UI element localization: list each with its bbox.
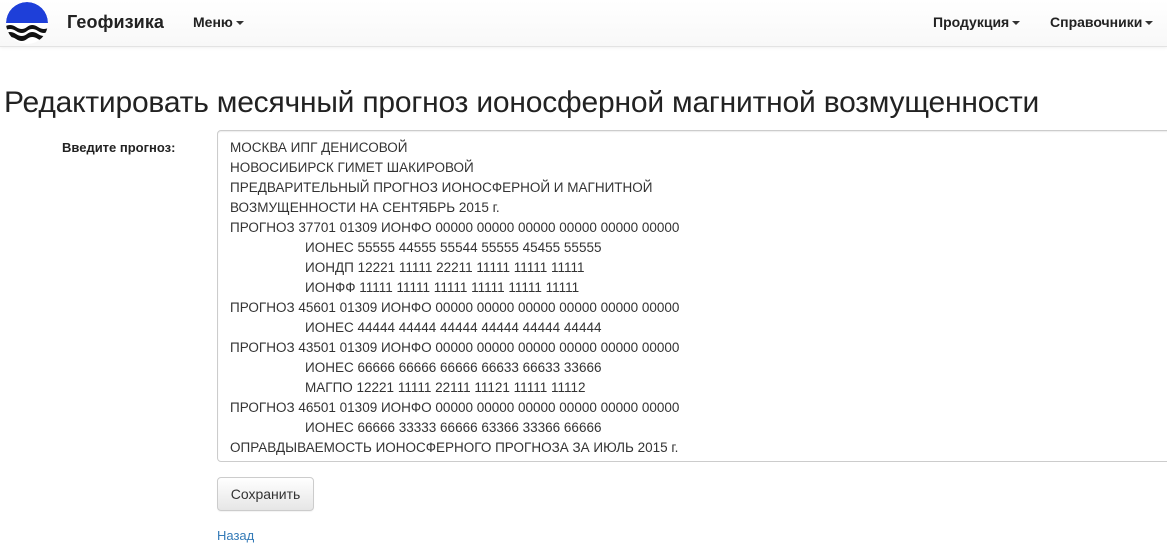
forecast-textarea[interactable] — [217, 130, 1167, 462]
top-navbar: Геофизика Меню Продукция Справочники — [0, 0, 1167, 47]
nav-menu-label: Меню — [193, 14, 233, 30]
sun-over-waves-logo-icon[interactable] — [4, 1, 50, 45]
nav-products-label: Продукция — [933, 14, 1010, 30]
page-title: Редактировать месячный прогноз ионосферн… — [4, 86, 1040, 119]
nav-references-label: Справочники — [1050, 14, 1143, 30]
nav-references-dropdown[interactable]: Справочники — [1050, 14, 1154, 30]
caret-down-icon — [1012, 20, 1021, 25]
caret-down-icon — [1145, 20, 1154, 25]
save-button[interactable]: Сохранить — [217, 477, 314, 511]
forecast-label: Введите прогноз: — [62, 140, 176, 155]
caret-down-icon — [235, 20, 244, 25]
brand-title[interactable]: Геофизика — [67, 12, 164, 33]
back-link[interactable]: Назад — [217, 528, 254, 543]
nav-menu-dropdown[interactable]: Меню — [193, 14, 244, 30]
nav-products-dropdown[interactable]: Продукция — [933, 14, 1021, 30]
